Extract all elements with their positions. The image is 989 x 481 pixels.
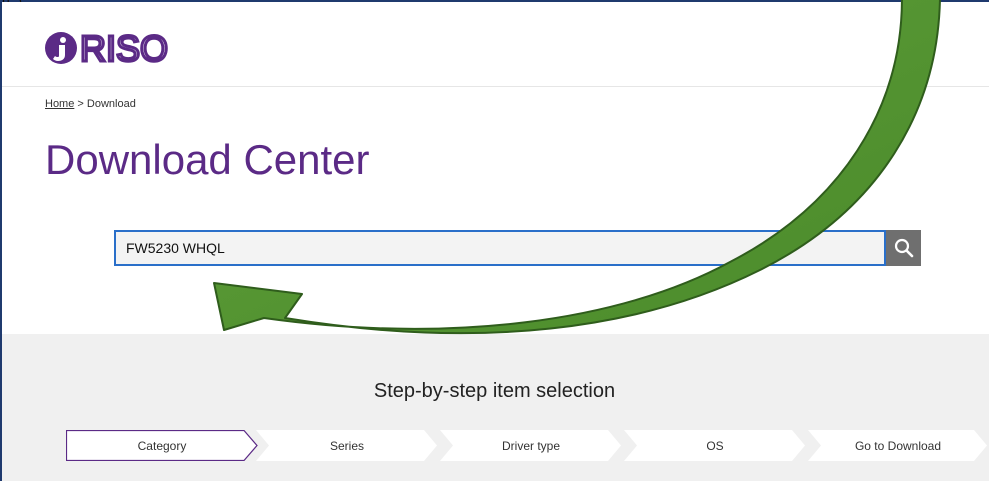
step-driver-type-label: Driver type (501, 438, 560, 453)
search-bar (114, 230, 921, 266)
step-navigation: Category Series Driver type OS Go to Dow… (66, 430, 989, 461)
riso-wordmark: RISO (80, 31, 170, 65)
site-header: RISO (2, 2, 989, 87)
step-selection-title: Step-by-step item selection (373, 380, 616, 402)
step-os-label: OS (706, 438, 724, 453)
step-driver-type[interactable]: Driver type (440, 430, 622, 461)
search-icon (894, 238, 913, 258)
svg-text:RISO: RISO (80, 31, 168, 65)
search-input[interactable] (114, 230, 886, 266)
riso-logo-mark-icon (45, 32, 77, 64)
search-button[interactable] (886, 230, 921, 266)
breadcrumb-home-link[interactable]: Home (45, 98, 74, 110)
step-go-to-download[interactable]: Go to Download (808, 430, 988, 461)
breadcrumb-current: Download (86, 98, 136, 110)
riso-logo[interactable]: RISO (44, 30, 200, 66)
step-category[interactable]: Category (66, 430, 258, 461)
page-title: Download Center (45, 136, 370, 183)
breadcrumb-separator: > (74, 98, 87, 110)
breadcrumb: Home > Download (45, 98, 136, 110)
step-series-label: Series (329, 438, 364, 453)
step-go-to-download-label: Go to Download (854, 438, 942, 453)
step-category-label: Category (137, 438, 187, 453)
step-os[interactable]: OS (624, 430, 806, 461)
step-series[interactable]: Series (256, 430, 438, 461)
